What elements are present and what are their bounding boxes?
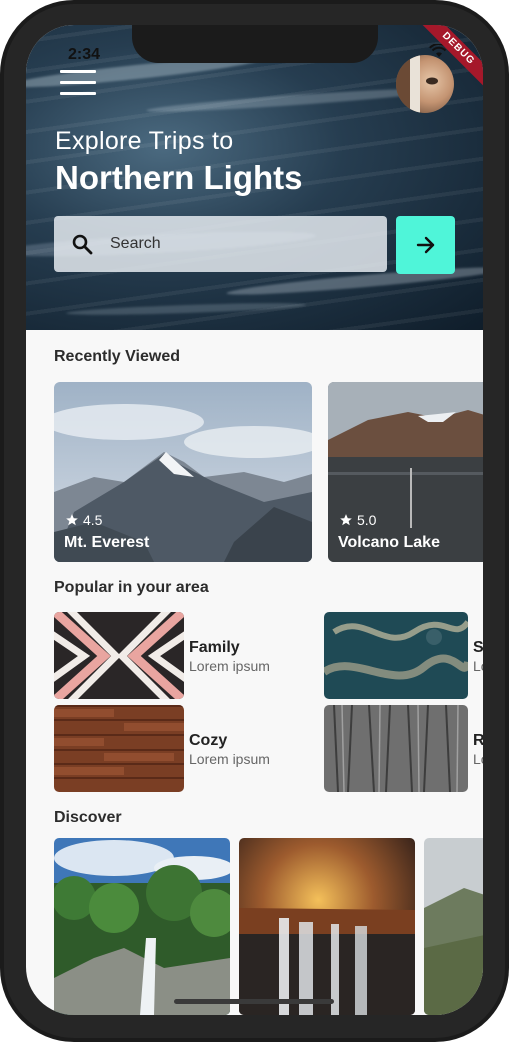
popular-item-subtitle: Lo xyxy=(473,658,483,674)
device-notch xyxy=(132,25,378,63)
family-thumbnail xyxy=(54,612,184,699)
search-icon xyxy=(72,234,93,255)
popular-item-subtitle: Lorem ipsum xyxy=(189,751,270,767)
star-icon xyxy=(66,514,78,526)
wood-thumbnail xyxy=(54,705,184,792)
recent-card-volcano-lake[interactable]: 5.0 Volcano Lake xyxy=(328,382,483,562)
card-title: Volcano Lake xyxy=(338,534,440,551)
section-title-recently-viewed: Recently Viewed xyxy=(54,348,180,365)
hero-eyebrow: Explore Trips to xyxy=(55,127,234,155)
popular-item-subtitle: Lorem ipsum xyxy=(189,658,270,674)
discover-card-falls[interactable] xyxy=(239,838,415,1015)
card-rating: 4.5 xyxy=(65,512,102,528)
texture-thumbnail xyxy=(324,612,468,699)
search-input[interactable] xyxy=(108,234,372,254)
popular-item-title: Cozy xyxy=(189,732,228,749)
discover-card-valley[interactable] xyxy=(424,838,483,1015)
popular-item-title: Family xyxy=(189,639,240,656)
rating-value: 5.0 xyxy=(357,512,377,528)
status-time: 2:34 xyxy=(68,46,101,63)
section-title-discover: Discover xyxy=(54,809,122,826)
home-indicator[interactable] xyxy=(174,999,334,1004)
discover-card-waterfall[interactable] xyxy=(54,838,230,1015)
app-screen: 2:34 DEBUG Explore Trips to Northern Lig… xyxy=(26,25,483,1015)
arrow-right-icon xyxy=(416,236,434,254)
card-rating: 5.0 xyxy=(339,512,376,528)
popular-item-subtitle: Lo xyxy=(473,751,483,767)
rating-value: 4.5 xyxy=(83,512,103,528)
section-title-popular: Popular in your area xyxy=(54,579,209,596)
popular-item-title: R xyxy=(473,732,483,749)
popular-item-title: S xyxy=(473,639,483,656)
hero-headline: Northern Lights xyxy=(55,159,303,196)
search-bar[interactable] xyxy=(54,216,387,272)
star-icon xyxy=(340,514,352,526)
menu-icon[interactable] xyxy=(60,70,96,96)
bark-thumbnail xyxy=(324,705,468,792)
avatar[interactable] xyxy=(396,55,454,113)
recent-card-mt-everest[interactable]: 4.5 Mt. Everest xyxy=(54,382,312,562)
search-submit-button[interactable] xyxy=(396,216,455,274)
card-title: Mt. Everest xyxy=(64,534,150,551)
